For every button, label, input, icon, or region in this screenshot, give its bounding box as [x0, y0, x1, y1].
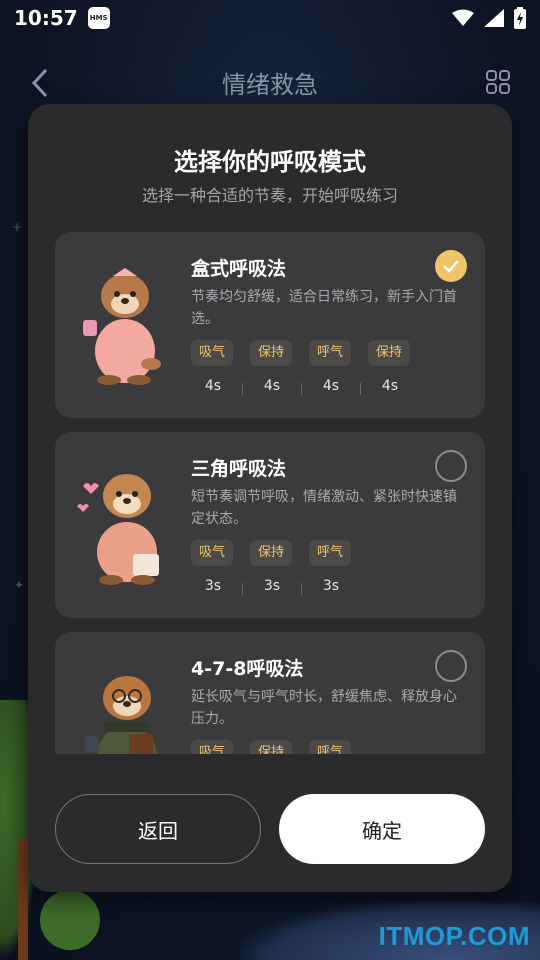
otter-book-illustration [85, 676, 157, 754]
step-label: 呼气 [309, 340, 352, 366]
back-arrow-icon[interactable] [30, 68, 50, 98]
step-item: 保持 4s [250, 340, 309, 395]
dialog-subtitle: 选择一种合适的节奏，开始呼吸练习 [141, 186, 398, 205]
wifi-icon [452, 9, 474, 26]
step-label: 保持 [250, 340, 293, 366]
step-item: 保持 4s [368, 340, 427, 394]
step-item: 呼气 3s [309, 540, 368, 594]
step-item: 保持 3s [250, 540, 309, 595]
grid-menu-icon[interactable] [486, 70, 510, 94]
unselected-radio-icon[interactable] [435, 650, 467, 682]
step-divider [242, 583, 243, 595]
step-label: 吸气 [191, 340, 234, 366]
page-title: 情绪救急 [222, 70, 318, 99]
step-duration: 3s [204, 578, 222, 594]
step-label: 保持 [250, 740, 293, 754]
option-card-triangle-breathing[interactable]: 三角呼吸法 短节奏调节呼吸，情绪激动、紧张时快速镇定状态。 吸气 3s 保持 3… [55, 432, 485, 618]
confirm-button[interactable]: 确定 [279, 794, 485, 864]
step-item: 吸气 [191, 740, 250, 754]
back-button[interactable]: 返回 [55, 794, 261, 864]
step-duration: 4s [381, 378, 399, 394]
unselected-radio-icon[interactable] [435, 450, 467, 482]
otter-scarf-illustration [77, 474, 159, 585]
option-title: 4-7-8呼吸法 [191, 658, 304, 680]
star-icon: + [12, 220, 23, 234]
step-duration: 3s [322, 578, 340, 594]
status-time: 10:57 [14, 6, 78, 30]
step-duration: 4s [322, 378, 340, 394]
selected-check-icon[interactable] [435, 250, 467, 282]
bush-decoration [40, 890, 100, 950]
step-duration: 4s [263, 378, 281, 394]
step-item: 呼气 4s [309, 340, 368, 395]
step-label: 保持 [250, 540, 293, 566]
otter-mug-illustration [83, 268, 161, 385]
breathing-steps: 吸气 保持 呼气 [191, 740, 368, 754]
step-item: 吸气 3s [191, 540, 250, 595]
breathing-steps: 吸气 3s 保持 3s 呼气 3s [191, 540, 368, 595]
cellular-signal-icon [484, 9, 504, 27]
option-description: 延长吸气与呼气时长，舒缓焦虑、释放身心压力。 [191, 689, 457, 727]
step-item: 保持 [250, 740, 309, 754]
breathing-steps: 吸气 4s 保持 4s 呼气 4s 保持 4s [191, 340, 427, 395]
hms-badge: HMS [87, 7, 110, 29]
battery-charging-icon [514, 7, 526, 29]
option-title: 三角呼吸法 [191, 458, 287, 480]
status-bar: 10:57 HMS [0, 0, 540, 36]
step-divider [242, 383, 243, 395]
step-divider [301, 583, 302, 595]
watermark: ITMOP.COM [378, 921, 530, 951]
step-label: 呼气 [309, 740, 352, 754]
step-duration: 4s [204, 378, 222, 394]
option-title: 盒式呼吸法 [191, 258, 287, 280]
step-item: 吸气 4s [191, 340, 250, 395]
app-bar: 情绪救急 [0, 56, 540, 108]
step-label: 呼气 [309, 540, 352, 566]
step-label: 吸气 [191, 540, 234, 566]
step-divider [360, 383, 361, 395]
breathing-mode-dialog: 选择你的呼吸模式 选择一种合适的节奏，开始呼吸练习 盒式呼吸法 节奏均匀舒缓，适… [28, 104, 512, 892]
star-icon: ✦ [14, 578, 25, 592]
step-item: 呼气 [309, 740, 368, 754]
option-card-478-breathing[interactable]: 4-7-8呼吸法 延长吸气与呼气时长，舒缓焦虑、释放身心压力。 吸气 保持 呼气 [55, 632, 485, 754]
step-divider [301, 383, 302, 395]
tree-trunk-decoration [18, 840, 28, 960]
step-label: 吸气 [191, 740, 234, 754]
step-duration: 3s [263, 578, 281, 594]
breathing-option-list[interactable]: 盒式呼吸法 节奏均匀舒缓，适合日常练习，新手入门首选。 吸气 4s 保持 4s … [55, 232, 485, 754]
option-card-box-breathing[interactable]: 盒式呼吸法 节奏均匀舒缓，适合日常练习，新手入门首选。 吸气 4s 保持 4s … [55, 232, 485, 418]
option-description: 短节奏调节呼吸，情绪激动、紧张时快速镇定状态。 [191, 489, 457, 527]
dialog-title: 选择你的呼吸模式 [174, 148, 366, 176]
step-label: 保持 [368, 340, 411, 366]
option-description: 节奏均匀舒缓，适合日常练习，新手入门首选。 [191, 289, 457, 327]
